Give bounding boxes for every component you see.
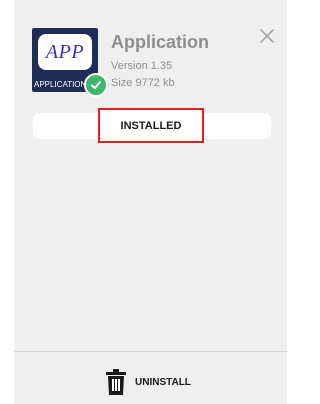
check-icon [84, 73, 108, 97]
trash-icon [106, 369, 126, 395]
app-icon-text: APP [45, 40, 85, 63]
app-size: Size 9772 kb [111, 77, 175, 89]
bottom-divider [14, 351, 287, 352]
app-name: Application [111, 32, 209, 52]
installed-button[interactable]: INSTALLED [98, 108, 204, 143]
uninstall-button[interactable]: UNINSTALL [105, 368, 191, 396]
app-icon-badge: APP [38, 34, 92, 70]
close-button[interactable] [258, 27, 276, 45]
close-icon [260, 29, 274, 43]
uninstall-label: UNINSTALL [135, 376, 191, 388]
app-version: Version 1.35 [111, 60, 173, 72]
